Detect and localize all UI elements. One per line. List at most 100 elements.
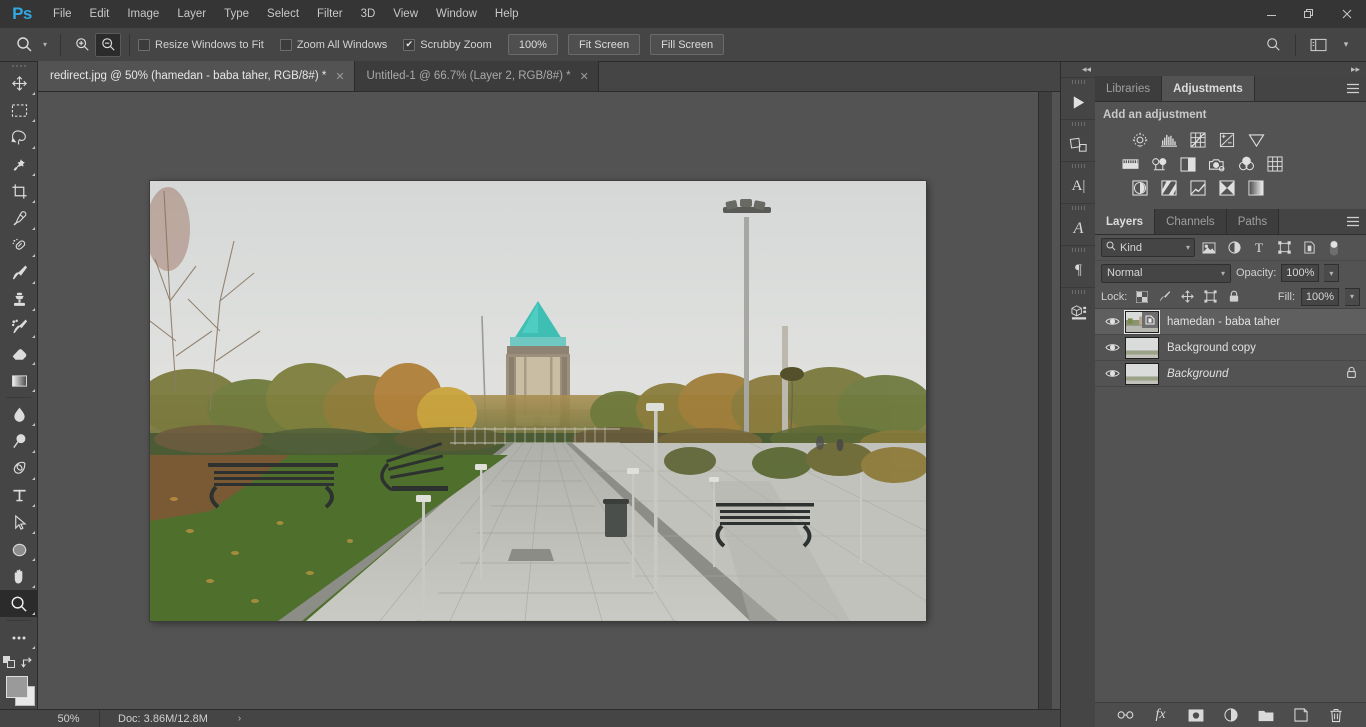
invert-icon[interactable]	[1131, 179, 1149, 197]
menu-window[interactable]: Window	[427, 0, 486, 28]
swap-colors-icon[interactable]	[19, 651, 38, 673]
tab-channels[interactable]: Channels	[1155, 209, 1227, 234]
new-adjustment-layer-icon[interactable]	[1222, 706, 1240, 724]
document-canvas[interactable]	[150, 181, 926, 621]
gradient-map-icon[interactable]	[1247, 179, 1265, 197]
search-icon[interactable]	[1259, 32, 1287, 58]
color-lookup-icon[interactable]	[1266, 155, 1284, 173]
zoom-all-windows-checkbox[interactable]: Zoom All Windows	[279, 38, 387, 51]
eraser-tool[interactable]	[0, 340, 38, 367]
curves-icon[interactable]	[1189, 131, 1207, 149]
workspace-icon[interactable]	[1304, 32, 1332, 58]
canvas-area[interactable]	[38, 92, 1038, 709]
menu-help[interactable]: Help	[486, 0, 528, 28]
new-group-icon[interactable]	[1257, 706, 1275, 724]
zoom-100-button[interactable]: 100%	[507, 34, 558, 55]
tab-layers[interactable]: Layers	[1095, 209, 1156, 234]
fill-value[interactable]: 100%	[1301, 287, 1339, 306]
blend-mode-dropdown[interactable]: Normal ▾	[1101, 263, 1231, 283]
paragraph-panel-icon[interactable]: ¶	[1061, 245, 1096, 287]
tab-libraries[interactable]: Libraries	[1095, 76, 1163, 101]
selective-color-icon[interactable]	[1218, 179, 1236, 197]
resize-windows-to-fit-checkbox[interactable]: Resize Windows to Fit	[138, 38, 264, 51]
zoom-tool[interactable]	[0, 590, 38, 617]
new-layer-icon[interactable]	[1292, 706, 1310, 724]
color-balance-icon[interactable]	[1150, 155, 1168, 173]
layer-style-fx-icon[interactable]: fx	[1152, 706, 1170, 724]
zoom-level-field[interactable]: 50%	[38, 709, 100, 727]
lasso-tool[interactable]	[0, 124, 38, 151]
hand-tool[interactable]	[0, 563, 38, 590]
eyedropper-tool[interactable]	[0, 205, 38, 232]
timeline-panel-icon[interactable]	[1061, 77, 1096, 119]
tab-paths[interactable]: Paths	[1226, 209, 1280, 234]
3d-panel-icon[interactable]	[1061, 287, 1096, 329]
crop-tool[interactable]	[0, 178, 38, 205]
menu-filter[interactable]: Filter	[308, 0, 352, 28]
opacity-chevron-down-icon[interactable]: ▾	[1324, 264, 1340, 282]
ellipse-tool[interactable]	[0, 536, 38, 563]
zoom-tool-icon[interactable]	[10, 33, 38, 57]
menu-3d[interactable]: 3D	[352, 0, 385, 28]
document-tab-redirect[interactable]: redirect.jpg @ 50% (hamedan - baba taher…	[38, 61, 355, 91]
layer-row-hamedan[interactable]: hamedan - baba taher	[1095, 309, 1366, 335]
zoom-in-button[interactable]	[69, 33, 95, 57]
link-layers-icon[interactable]	[1117, 706, 1135, 724]
fill-chevron-down-icon[interactable]: ▾	[1345, 287, 1360, 306]
layer-row-background-copy[interactable]: Background copy	[1095, 335, 1366, 361]
hue-saturation-icon[interactable]	[1121, 155, 1139, 173]
edit-toolbar-icon[interactable]	[0, 624, 38, 651]
brightness-contrast-icon[interactable]	[1131, 131, 1149, 149]
restore-icon[interactable]	[1290, 0, 1328, 28]
lock-all-icon[interactable]	[1225, 288, 1242, 306]
expand-dock-icon[interactable]: ◂◂	[1061, 62, 1095, 77]
tool-preset-chevron-down-icon[interactable]: ▾	[38, 33, 52, 57]
menu-image[interactable]: Image	[118, 0, 168, 28]
panel-menu-icon[interactable]	[1340, 209, 1366, 234]
lock-image-icon[interactable]	[1156, 288, 1173, 306]
layer-thumbnail[interactable]	[1125, 336, 1159, 359]
delete-layer-icon[interactable]	[1327, 706, 1345, 724]
vibrance-icon[interactable]	[1247, 131, 1265, 149]
status-expand-icon[interactable]: ›	[238, 713, 241, 724]
foreground-color-swatch[interactable]	[6, 676, 28, 698]
black-white-icon[interactable]	[1179, 155, 1197, 173]
toolbar-grip[interactable]	[0, 62, 37, 70]
close-tab-icon[interactable]: ✕	[335, 70, 344, 83]
opacity-value[interactable]: 100%	[1281, 264, 1320, 282]
spot-healing-brush-tool[interactable]	[0, 232, 38, 259]
menu-view[interactable]: View	[384, 0, 427, 28]
horizontal-type-tool[interactable]	[0, 482, 38, 509]
layer-visibility-icon[interactable]	[1099, 309, 1125, 335]
gradient-tool[interactable]	[0, 367, 38, 394]
layer-name[interactable]: Background copy	[1167, 342, 1256, 354]
path-selection-tool[interactable]	[0, 509, 38, 536]
menu-layer[interactable]: Layer	[168, 0, 215, 28]
fit-screen-button[interactable]: Fit Screen	[567, 34, 641, 55]
add-layer-mask-icon[interactable]	[1187, 706, 1205, 724]
dodge-tool[interactable]	[0, 428, 38, 455]
layer-row-background[interactable]: Background	[1095, 361, 1366, 387]
minimize-icon[interactable]	[1252, 0, 1290, 28]
posterize-icon[interactable]	[1160, 179, 1178, 197]
channel-mixer-icon[interactable]	[1237, 155, 1255, 173]
zoom-out-button[interactable]	[95, 32, 121, 57]
glyphs-panel-icon[interactable]: A	[1061, 203, 1096, 245]
menu-file[interactable]: File	[44, 0, 81, 28]
workspace-chevron-down-icon[interactable]: ▾	[1332, 32, 1360, 58]
menu-type[interactable]: Type	[215, 0, 258, 28]
menu-select[interactable]: Select	[258, 0, 308, 28]
layer-visibility-icon[interactable]	[1099, 335, 1125, 361]
filter-toggle-icon[interactable]	[1323, 238, 1345, 258]
move-tool[interactable]	[0, 70, 38, 97]
clone-stamp-tool[interactable]	[0, 286, 38, 313]
lock-artboard-icon[interactable]	[1202, 288, 1219, 306]
magic-wand-tool[interactable]	[0, 151, 38, 178]
scrubby-zoom-checkbox[interactable]: ✔ Scrubby Zoom	[403, 38, 492, 51]
photo-filter-icon[interactable]	[1208, 155, 1226, 173]
canvas-vertical-scrollbar[interactable]	[1038, 92, 1052, 709]
rectangular-marquee-tool[interactable]	[0, 97, 38, 124]
layer-name[interactable]: hamedan - baba taher	[1167, 316, 1280, 328]
filter-type-icon[interactable]: T	[1248, 238, 1270, 258]
document-tab-untitled[interactable]: Untitled-1 @ 66.7% (Layer 2, RGB/8#) * ✕	[354, 61, 599, 91]
